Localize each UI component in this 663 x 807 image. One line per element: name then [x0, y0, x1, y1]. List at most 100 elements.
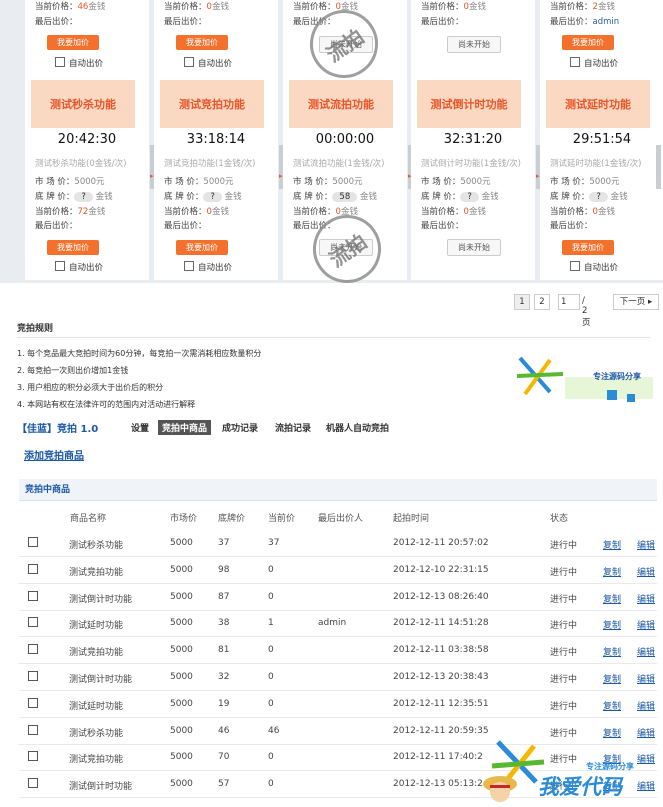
last-bidder-row-label: 最后出价：: [421, 17, 464, 27]
copy-link[interactable]: 复制: [603, 726, 621, 739]
auto-bid-checkbox[interactable]: [55, 57, 65, 67]
auto-bid-checkbox[interactable]: [184, 57, 194, 67]
market-price: 5000元: [203, 177, 234, 187]
row-checkbox[interactable]: [28, 617, 38, 628]
copy-link[interactable]: 复制: [603, 565, 621, 578]
copy-link[interactable]: 复制: [603, 699, 621, 712]
bid-button[interactable]: 我要加价: [176, 240, 228, 255]
bid-button[interactable]: 我要加价: [562, 240, 614, 255]
edit-link[interactable]: 编辑: [637, 645, 655, 658]
auto-bid-checkbox[interactable]: [55, 261, 65, 271]
row-checkbox[interactable]: [28, 697, 38, 708]
edit-link[interactable]: 编辑: [637, 592, 655, 605]
row-checkbox[interactable]: [28, 671, 38, 681]
last-bidder-row-label: 最后出价：: [35, 17, 78, 27]
row-checkbox[interactable]: [28, 724, 38, 735]
cell-reserve: 70: [218, 752, 230, 763]
page-2-button[interactable]: 2: [534, 294, 550, 310]
not-started-button[interactable]: 尚未开始: [447, 36, 501, 53]
auto-bid-option[interactable]: 自动出价: [184, 261, 232, 273]
card-banner[interactable]: 测试流拍功能: [289, 80, 393, 128]
tab-active-items[interactable]: 竞拍中商品: [158, 420, 212, 435]
edit-link[interactable]: 编辑: [637, 672, 655, 685]
auto-bid-option[interactable]: 自动出价: [55, 57, 103, 69]
page-input[interactable]: 1: [558, 294, 580, 310]
next-page-button[interactable]: 下一页 ▸: [613, 294, 659, 310]
auto-bid-option[interactable]: 自动出价: [570, 57, 618, 69]
current-price-row: 当前价格：0金钱: [421, 0, 486, 12]
card-banner[interactable]: 测试秒杀功能: [31, 80, 135, 128]
cell-reserve: 19: [218, 698, 230, 709]
page-1-button[interactable]: 1: [514, 294, 530, 310]
bid-button[interactable]: 我要加价: [47, 35, 99, 50]
auto-bid-checkbox[interactable]: [184, 261, 194, 271]
edit-link[interactable]: 编辑: [637, 726, 655, 739]
edit-link[interactable]: 编辑: [637, 565, 655, 578]
add-auction-item-link[interactable]: 添加竞拍商品: [24, 447, 84, 462]
countdown-timer: 33:18:14: [186, 132, 246, 147]
auto-bid-option[interactable]: 自动出价: [570, 261, 618, 273]
row-checkbox[interactable]: [28, 751, 38, 762]
cell-start: 2012-12-10 22:31:15: [393, 564, 489, 575]
reserve-price: ?: [203, 192, 222, 202]
row-checkbox[interactable]: [28, 778, 38, 789]
card-banner[interactable]: 测试竞拍功能: [160, 80, 264, 128]
unit: 金钱: [610, 192, 628, 202]
tab-failed-records[interactable]: 流拍记录: [275, 421, 311, 434]
row-checkbox[interactable]: [28, 590, 38, 601]
row-checkbox[interactable]: [28, 644, 38, 655]
bid-button[interactable]: 我要加价: [562, 35, 614, 50]
current-price-row-label: 当前价格：: [164, 2, 207, 12]
auto-bid-label: 自动出价: [584, 59, 619, 69]
market-price: 5000元: [74, 177, 105, 187]
col-header-market: 市场价: [170, 514, 198, 524]
auto-bid-label: 自动出价: [584, 263, 619, 273]
auction-card-top: 当前价格：0金钱 最后出价： 我要加价 自动出价: [154, 0, 278, 75]
copy-link[interactable]: 复制: [603, 592, 621, 605]
tab-robot-bidding[interactable]: 机器人自动竞拍: [326, 421, 389, 434]
last-bidder-row: 最后出价：admin: [550, 15, 619, 27]
copy-link[interactable]: 复制: [603, 538, 621, 551]
auction-card: 测试延时功能 29:51:54 测试延时功能(1金钱/次) 市 场 价：5000元底 …: [540, 75, 663, 280]
auto-bid-checkbox[interactable]: [570, 57, 580, 67]
cell-start: 2012-12-11 20:59:35: [393, 725, 489, 736]
bid-button[interactable]: 我要加价: [176, 35, 228, 50]
reserve-price-row-label: 底 牌 价：: [164, 192, 204, 202]
copy-link[interactable]: 复制: [603, 672, 621, 685]
auction-card: 测试倒计时功能 32:31:20 测试倒计时功能(1金钱/次) 市 场 价：5000元…: [411, 75, 535, 280]
row-checkbox[interactable]: [28, 563, 38, 574]
current-price-row-label: 当前价格：: [35, 207, 78, 217]
cell-market: 5000: [170, 538, 193, 548]
tab-success-records[interactable]: 成功记录: [222, 421, 258, 434]
tab-settings[interactable]: 设置: [131, 421, 149, 434]
edit-link[interactable]: 编辑: [637, 699, 655, 712]
cell-name: 测试秒杀功能: [69, 541, 124, 551]
row-checkbox[interactable]: [28, 537, 38, 547]
last-bidder-row: 最后出价：: [421, 15, 464, 27]
not-started-button[interactable]: 尚未开始: [447, 239, 501, 256]
bid-button[interactable]: 我要加价: [47, 240, 99, 255]
plugin-header: 【佳蓝】竞拍 1.0: [17, 420, 98, 435]
auto-bid-option[interactable]: 自动出价: [184, 57, 232, 69]
current-price: 46: [77, 2, 89, 12]
current-price-row-label: 当前价格：: [164, 207, 207, 217]
rule-item: 2. 每竞拍一次则出价增加1金钱: [17, 366, 129, 375]
edit-link[interactable]: 编辑: [637, 538, 655, 551]
col-header-name: 商品名称: [70, 514, 107, 524]
auto-bid-checkbox[interactable]: [570, 261, 580, 271]
col-header-status: 状态: [550, 514, 569, 524]
card-scrollbar[interactable]: [656, 145, 661, 189]
edit-link[interactable]: 编辑: [637, 618, 655, 631]
auto-bid-option[interactable]: 自动出价: [55, 261, 103, 273]
unit: 金钱: [211, 207, 229, 217]
card-banner[interactable]: 测试倒计时功能: [417, 80, 521, 128]
copy-link[interactable]: 复制: [603, 645, 621, 658]
copy-link[interactable]: 复制: [603, 618, 621, 631]
table-row: 测试竞拍功能 5000 81 0 2012-12-11 03:38:58 进行中 复制 编辑: [19, 637, 657, 665]
rules-title: 竞拍规则: [17, 324, 54, 334]
cell-name: 测试竞拍功能: [69, 755, 124, 766]
card-banner[interactable]: 测试延时功能: [546, 80, 650, 128]
reserve-price-row-label: 底 牌 价：: [293, 192, 333, 202]
cell-current: 0: [268, 564, 274, 575]
last-bidder-row: 最后出价：: [35, 15, 78, 27]
